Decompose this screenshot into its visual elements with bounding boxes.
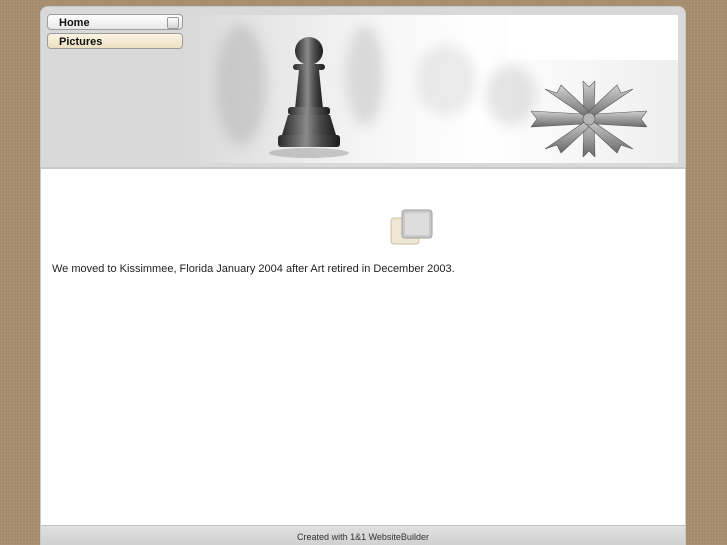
banner-blur-shape (216, 25, 266, 145)
header: Home Pictures (41, 7, 685, 169)
main-content: We moved to Kissimmee, Florida January 2… (41, 169, 685, 525)
page-frame: Home Pictures We moved to Kissimmee, Flo… (40, 6, 686, 545)
banner-white-panel (508, 15, 678, 60)
nav-item-pictures[interactable]: Pictures (47, 33, 183, 49)
chess-pawn-icon (269, 37, 349, 158)
image-placeholder-icon (390, 209, 433, 245)
header-banner (186, 15, 678, 163)
nav-item-label: Pictures (59, 36, 103, 48)
footer: Created with 1&1 WebsiteBuilder (41, 525, 685, 545)
nav-knob-icon (167, 17, 179, 29)
footer-credit-link[interactable]: Created with 1&1 WebsiteBuilder (297, 532, 429, 542)
main-paragraph: We moved to Kissimmee, Florida January 2… (52, 263, 455, 275)
nav-item-label: Home (59, 17, 90, 29)
nav-item-home[interactable]: Home (47, 14, 183, 30)
compass-arrows-icon (531, 81, 647, 157)
banner-blur-shape (416, 45, 476, 115)
nav-menu: Home Pictures (47, 14, 183, 52)
banner-blur-shape (486, 65, 536, 125)
